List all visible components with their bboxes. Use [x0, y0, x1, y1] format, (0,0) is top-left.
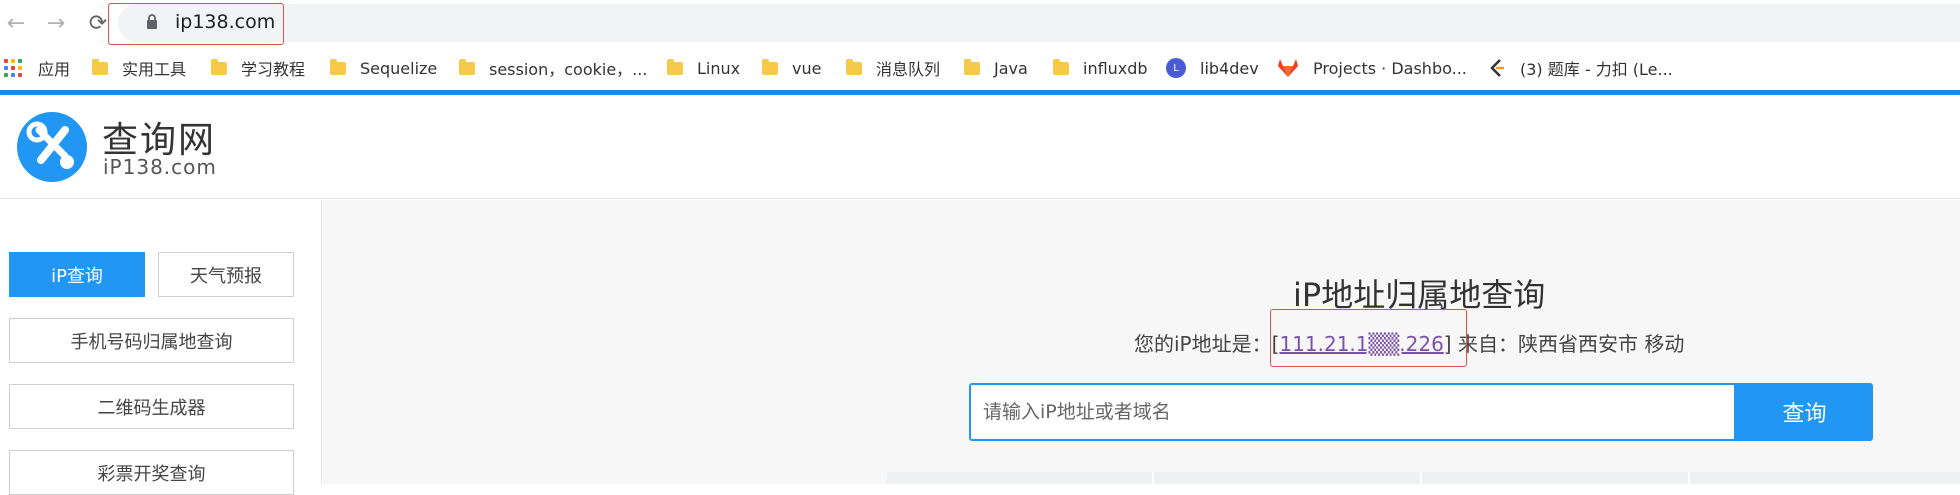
bookmark-label: Sequelize — [360, 58, 438, 78]
folder-icon — [211, 58, 227, 75]
bookmark-label: influxdb — [1083, 58, 1148, 78]
bookmark-label: Java — [994, 58, 1028, 78]
bookmark-gitlab[interactable]: Projects · Dashbo... — [1277, 56, 1467, 80]
bookmark-label: session，cookie，... — [489, 60, 648, 79]
folder-icon — [459, 58, 475, 75]
apps-grid-icon — [4, 59, 22, 77]
search-input[interactable] — [983, 385, 1723, 439]
address-bar[interactable] — [118, 4, 1960, 42]
bookmark-label: vue — [792, 58, 822, 78]
bookmark-folder[interactable]: Java — [964, 56, 1028, 80]
folder-icon — [667, 58, 683, 75]
table-divider — [1420, 472, 1422, 484]
folder-icon — [92, 58, 108, 75]
ip-highlight-box — [1270, 309, 1467, 367]
arrow-left-icon[interactable]: ← — [2, 9, 30, 37]
result-table-header — [887, 472, 1960, 484]
bookmarks-bar: 应用 实用工具 学习教程 Sequelize session，cookie，..… — [0, 48, 1960, 88]
folder-icon — [762, 58, 778, 75]
bookmark-lib4dev[interactable]: L lib4dev — [1166, 56, 1259, 80]
url-highlight-box — [108, 3, 284, 45]
bookmark-label: 应用 — [38, 60, 71, 79]
bookmark-label: 消息队列 — [876, 60, 941, 79]
bookmark-folder[interactable]: 消息队列 — [846, 56, 940, 80]
ip-prefix: 您的iP地址是： — [1134, 332, 1272, 356]
tab-ip-query[interactable]: iP查询 — [9, 252, 145, 297]
bookmark-label: 实用工具 — [122, 60, 187, 79]
bookmark-leetcode[interactable]: (3) 题库 - 力扣 (Le... — [1488, 56, 1673, 80]
sidebar-item-phone-lookup[interactable]: 手机号码归属地查询 — [9, 318, 294, 363]
bookmark-folder[interactable]: vue — [762, 56, 821, 80]
bookmark-label: 学习教程 — [241, 60, 306, 79]
bookmark-folder[interactable]: session，cookie，... — [459, 56, 647, 80]
tab-weather[interactable]: 天气预报 — [158, 252, 294, 297]
table-divider — [1688, 472, 1690, 484]
folder-icon — [964, 58, 980, 75]
bookmark-label: lib4dev — [1200, 58, 1259, 78]
search-box — [969, 383, 1736, 441]
folder-icon — [1053, 58, 1069, 75]
browser-toolbar: ← → ⟳ ip138.com — [0, 0, 1960, 46]
lib4dev-icon: L — [1166, 58, 1186, 78]
gitlab-icon — [1278, 59, 1298, 77]
sidebar: iP查询 天气预报 手机号码归属地查询 二维码生成器 彩票开奖查询 — [0, 200, 322, 495]
sidebar-item-qrcode[interactable]: 二维码生成器 — [9, 384, 294, 429]
folder-icon — [846, 58, 862, 75]
table-divider — [1152, 472, 1154, 484]
bookmark-folder[interactable]: influxdb — [1053, 56, 1148, 80]
arrow-right-icon[interactable]: → — [42, 9, 70, 37]
site-header: 查询网 iP138.com — [0, 95, 1960, 199]
bookmark-apps[interactable]: 应用 — [4, 56, 70, 80]
bookmark-folder[interactable]: Linux — [667, 56, 740, 80]
bookmark-label: (3) 题库 - 力扣 (Le... — [1520, 60, 1673, 79]
bookmark-folder[interactable]: Sequelize — [330, 56, 437, 80]
ip-location: 来自：陕西省西安市 移动 — [1451, 332, 1685, 356]
sidebar-item-lottery[interactable]: 彩票开奖查询 — [9, 450, 294, 495]
bookmark-label: Linux — [697, 58, 741, 78]
tools-icon[interactable] — [17, 112, 87, 182]
search-button[interactable]: 查询 — [1736, 383, 1873, 441]
bookmark-label: Projects · Dashbo... — [1313, 58, 1467, 78]
bookmark-folder[interactable]: 实用工具 — [92, 56, 186, 80]
site-domain[interactable]: iP138.com — [103, 155, 217, 179]
bookmark-folder[interactable]: 学习教程 — [211, 56, 305, 80]
leetcode-icon — [1490, 59, 1504, 77]
folder-icon — [330, 58, 346, 75]
